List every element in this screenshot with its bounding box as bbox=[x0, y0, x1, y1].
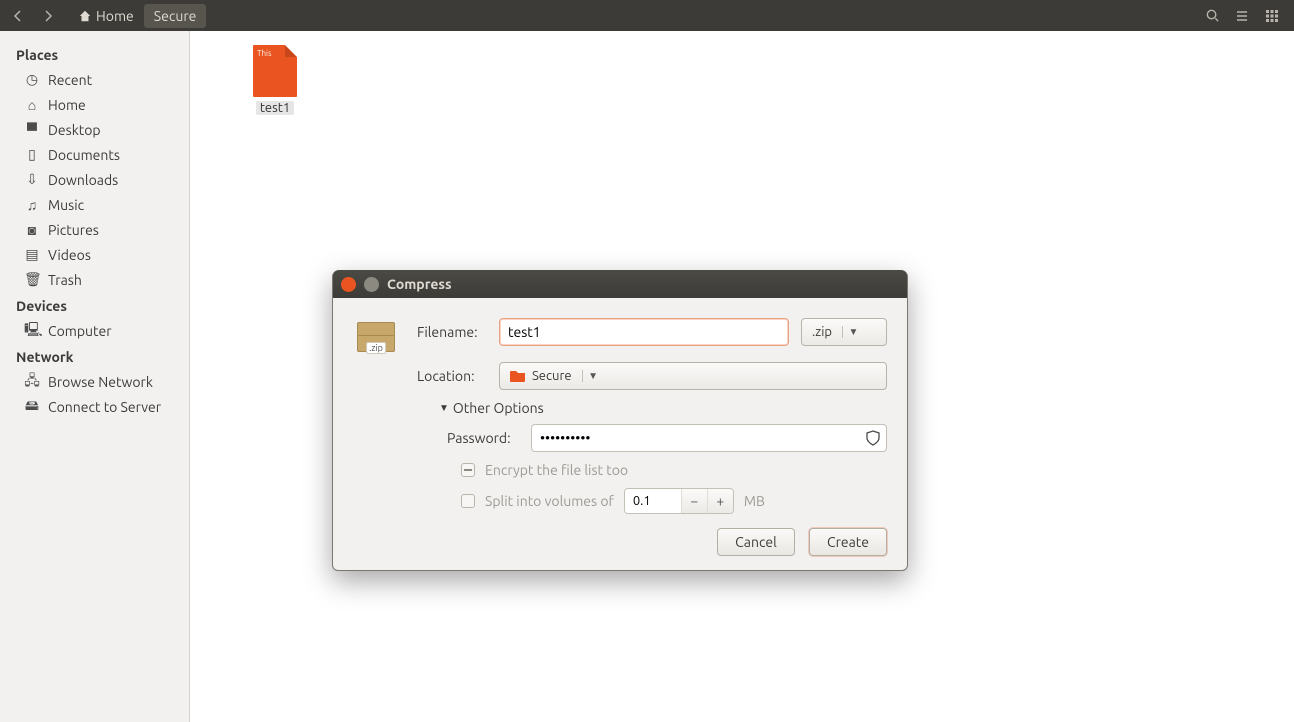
close-icon[interactable] bbox=[341, 277, 356, 292]
grid-icon bbox=[1265, 9, 1279, 23]
package-ext-label: .zip bbox=[366, 342, 386, 354]
server-icon: 🖴 bbox=[24, 395, 40, 419]
compress-dialog: Compress .zip Filename: .zip ▼ Location:… bbox=[332, 270, 908, 571]
sidebar-item-label: Connect to Server bbox=[48, 399, 161, 415]
network-icon: 🖧 bbox=[24, 370, 40, 394]
breadcrumb-home[interactable]: Home bbox=[68, 4, 144, 28]
split-label: Split into volumes of bbox=[485, 493, 614, 509]
sidebar-section-places: Places bbox=[0, 41, 189, 67]
expander-label: Other Options bbox=[453, 400, 544, 416]
sidebar-item-label: Downloads bbox=[48, 172, 118, 188]
encrypt-label: Encrypt the file list too bbox=[485, 462, 628, 478]
password-label: Password: bbox=[447, 430, 521, 446]
password-input[interactable] bbox=[531, 424, 887, 452]
sidebar-item-label: Videos bbox=[48, 247, 91, 263]
sidebar-item-videos[interactable]: ▤ Videos bbox=[0, 242, 189, 267]
sidebar-item-label: Trash bbox=[48, 272, 82, 288]
sidebar-item-pictures[interactable]: ◙ Pictures bbox=[0, 217, 189, 242]
clock-icon: ◷ bbox=[24, 71, 40, 88]
back-button[interactable] bbox=[4, 4, 32, 28]
sidebar-item-label: Browse Network bbox=[48, 374, 153, 390]
dialog-title: Compress bbox=[387, 276, 452, 292]
music-icon: ♫ bbox=[24, 197, 40, 213]
breadcrumb: Home Secure bbox=[68, 4, 206, 28]
sidebar-section-network: Network bbox=[0, 343, 189, 369]
encrypt-checkbox bbox=[461, 463, 475, 477]
triangle-down-icon: ▼ bbox=[439, 402, 449, 414]
trash-icon: 🗑 bbox=[24, 271, 40, 288]
sidebar-item-desktop[interactable]: ▀ Desktop bbox=[0, 117, 189, 142]
folder-icon bbox=[510, 369, 526, 383]
chevron-down-icon: ▼ bbox=[842, 326, 864, 338]
top-toolbar: Home Secure bbox=[0, 0, 1294, 31]
split-size-input[interactable] bbox=[625, 489, 681, 513]
file-icon-text: This bbox=[257, 49, 271, 58]
cancel-button[interactable]: Cancel bbox=[717, 528, 795, 556]
split-unit: MB bbox=[744, 493, 765, 509]
home-icon: ⌂ bbox=[24, 97, 40, 113]
hamburger-icon bbox=[1235, 9, 1249, 23]
spinner-down-button[interactable]: − bbox=[681, 489, 707, 513]
sidebar-item-label: Home bbox=[48, 97, 86, 113]
create-button[interactable]: Create bbox=[809, 528, 887, 556]
sidebar-item-recent[interactable]: ◷ Recent bbox=[0, 67, 189, 92]
sidebar-item-label: Music bbox=[48, 197, 84, 213]
search-button[interactable] bbox=[1198, 4, 1226, 28]
desktop-icon: ▀ bbox=[24, 122, 40, 138]
camera-icon: ◙ bbox=[24, 222, 40, 238]
sidebar-item-music[interactable]: ♫ Music bbox=[0, 192, 189, 217]
menu-button[interactable] bbox=[1228, 4, 1256, 28]
grid-button[interactable] bbox=[1258, 4, 1286, 28]
search-icon bbox=[1205, 8, 1220, 23]
sidebar: Places ◷ Recent ⌂ Home ▀ Desktop ▯ Documents… bbox=[0, 31, 190, 722]
video-icon: ▤ bbox=[24, 246, 40, 263]
file-item[interactable]: This test1 bbox=[230, 45, 320, 115]
split-size-spinner[interactable]: − + bbox=[624, 488, 734, 514]
shield-icon bbox=[865, 430, 881, 446]
sidebar-item-computer[interactable]: 🖳 Computer bbox=[0, 318, 189, 343]
sidebar-section-devices: Devices bbox=[0, 292, 189, 318]
location-value: Secure bbox=[532, 369, 572, 383]
filename-label: Filename: bbox=[417, 324, 487, 340]
extension-value: .zip bbox=[802, 325, 842, 339]
sidebar-item-label: Pictures bbox=[48, 222, 99, 238]
sidebar-item-label: Computer bbox=[48, 323, 112, 339]
forward-button[interactable] bbox=[34, 4, 62, 28]
dialog-titlebar[interactable]: Compress bbox=[333, 270, 907, 298]
breadcrumb-current[interactable]: Secure bbox=[144, 4, 207, 28]
extension-dropdown[interactable]: .zip ▼ bbox=[801, 318, 887, 346]
sidebar-item-trash[interactable]: 🗑 Trash bbox=[0, 267, 189, 292]
sidebar-item-label: Recent bbox=[48, 72, 92, 88]
file-label: test1 bbox=[256, 101, 294, 115]
sidebar-item-home[interactable]: ⌂ Home bbox=[0, 92, 189, 117]
breadcrumb-home-label: Home bbox=[96, 8, 134, 24]
document-icon: ▯ bbox=[24, 146, 40, 163]
chevron-down-icon: ▼ bbox=[582, 370, 604, 382]
filename-input[interactable] bbox=[499, 318, 789, 346]
location-label: Location: bbox=[417, 368, 487, 384]
sidebar-item-connect-server[interactable]: 🖴 Connect to Server bbox=[0, 394, 189, 419]
sidebar-item-downloads[interactable]: ⇩ Downloads bbox=[0, 167, 189, 192]
download-icon: ⇩ bbox=[24, 171, 40, 188]
breadcrumb-current-label: Secure bbox=[154, 8, 197, 24]
sidebar-item-browse-network[interactable]: 🖧 Browse Network bbox=[0, 369, 189, 394]
computer-icon: 🖳 bbox=[24, 319, 40, 343]
package-icon: .zip bbox=[353, 312, 399, 352]
file-icon: This bbox=[253, 45, 297, 97]
split-checkbox[interactable] bbox=[461, 494, 475, 508]
sidebar-item-documents[interactable]: ▯ Documents bbox=[0, 142, 189, 167]
sidebar-item-label: Desktop bbox=[48, 122, 101, 138]
other-options-expander[interactable]: ▼ Other Options bbox=[439, 400, 887, 416]
minimize-icon[interactable] bbox=[364, 277, 379, 292]
location-dropdown[interactable]: Secure ▼ bbox=[499, 362, 887, 390]
spinner-up-button[interactable]: + bbox=[707, 489, 733, 513]
sidebar-item-label: Documents bbox=[48, 147, 120, 163]
home-icon bbox=[78, 9, 92, 23]
